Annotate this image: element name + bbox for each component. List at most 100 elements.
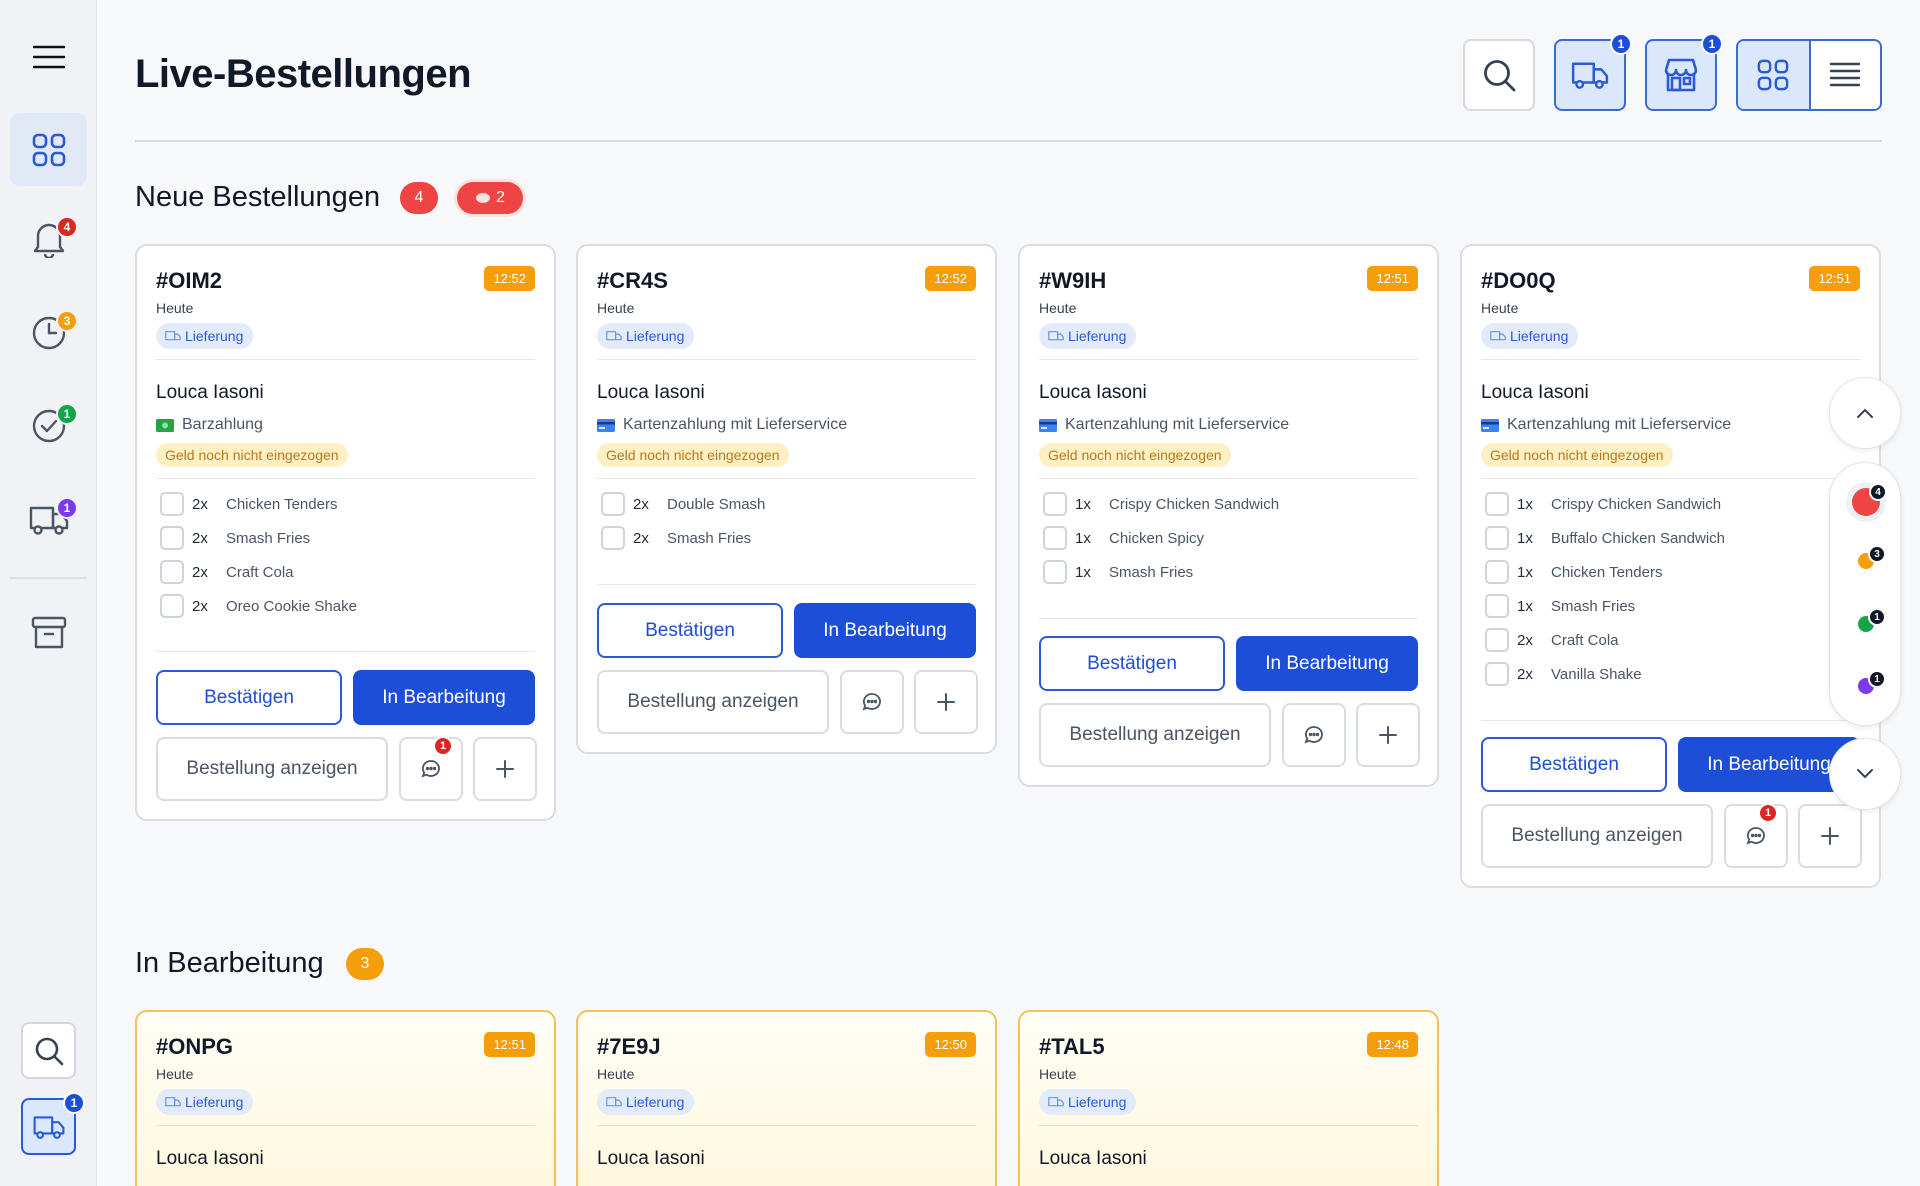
list-item[interactable]: 2x Smash Fries [601, 525, 751, 551]
sidebar-search-button[interactable] [21, 1022, 76, 1079]
view-order-button[interactable]: Bestellung anzeigen [597, 670, 829, 734]
item-name: Chicken Tenders [1551, 563, 1663, 581]
card-divider [156, 651, 535, 652]
item-checkbox[interactable] [160, 526, 184, 550]
item-qty: 1x [1075, 563, 1091, 581]
list-icon [1830, 62, 1861, 87]
add-button[interactable] [1798, 804, 1862, 868]
item-name: Chicken Spicy [1109, 529, 1205, 547]
item-checkbox[interactable] [1043, 526, 1067, 550]
payment-method-label: Kartenzahlung mit Lieferservice [1507, 416, 1732, 433]
list-item[interactable]: 2x Double Smash [601, 491, 765, 517]
order-card[interactable]: #OIM2 12:52 Heute Lieferung Louca Iasoni… [135, 244, 556, 821]
add-button[interactable] [914, 670, 978, 734]
list-item[interactable]: 2x Smash Fries [160, 525, 310, 551]
list-item[interactable]: 1x Smash Fries [1485, 593, 1635, 619]
chat-badge: 1 [433, 736, 453, 756]
order-type-tag: Lieferung [156, 323, 254, 349]
sidebar-delivery-filter[interactable]: 1 [21, 1092, 85, 1155]
card-divider [597, 584, 976, 585]
item-checkbox[interactable] [601, 526, 625, 550]
order-type-label: Lieferung [1068, 328, 1127, 344]
list-item[interactable]: 2x Craft Cola [1485, 627, 1619, 653]
grid-icon [32, 133, 65, 166]
card-divider [1481, 478, 1860, 479]
chat-button[interactable]: 1 [399, 736, 463, 801]
in-progress-button[interactable]: In Bearbeitung [1236, 636, 1418, 691]
list-item[interactable]: 2x Oreo Cookie Shake [160, 593, 357, 619]
sidebar-item-notifications[interactable]: 4 [10, 202, 87, 275]
item-checkbox[interactable] [1043, 560, 1067, 584]
list-item[interactable]: 2x Chicken Tenders [160, 491, 337, 517]
chat-button[interactable]: 1 [1724, 803, 1788, 868]
order-card[interactable]: #CR4S 12:52 Heute Lieferung Louca Iasoni… [576, 244, 997, 754]
item-checkbox[interactable] [1043, 492, 1067, 516]
view-order-button[interactable]: Bestellung anzeigen [1481, 804, 1713, 868]
delivery-filter-button[interactable]: 1 [1554, 33, 1632, 111]
item-checkbox[interactable] [160, 560, 184, 584]
order-card[interactable]: #TAL5 12:48 Heute Lieferung Louca Iasoni [1018, 1010, 1439, 1186]
order-id: #W9IH [1039, 268, 1107, 293]
order-card[interactable]: #W9IH 12:51 Heute Lieferung Louca Iasoni… [1018, 244, 1439, 787]
list-item[interactable]: 1x Smash Fries [1043, 559, 1193, 585]
order-card[interactable]: #DO0Q 12:51 Heute Lieferung Louca Iasoni… [1460, 244, 1881, 888]
item-qty: 1x [1517, 529, 1533, 547]
chat-button[interactable] [840, 670, 904, 734]
nav-completed-badge: 1 [1868, 608, 1886, 626]
scroll-down-button[interactable] [1829, 738, 1901, 810]
chat-button[interactable] [1282, 703, 1346, 767]
grid-view-button[interactable] [1738, 41, 1809, 109]
item-checkbox[interactable] [160, 594, 184, 618]
list-item[interactable]: 2x Vanilla Shake [1485, 661, 1642, 687]
confirm-button[interactable]: Bestätigen [1481, 737, 1667, 792]
item-checkbox[interactable] [1485, 560, 1509, 584]
menu-button[interactable] [10, 20, 87, 93]
item-checkbox[interactable] [601, 492, 625, 516]
list-item[interactable]: 2x Craft Cola [160, 559, 294, 585]
confirm-button[interactable]: Bestätigen [597, 603, 783, 658]
card-divider [597, 478, 976, 479]
processing-count: 3 [346, 948, 384, 980]
in-progress-button[interactable]: In Bearbeitung [794, 603, 976, 658]
item-qty: 2x [192, 495, 208, 513]
order-card[interactable]: #7E9J 12:50 Heute Lieferung Louca Iasoni [576, 1010, 997, 1186]
card-divider [597, 359, 976, 360]
sidebar-item-dashboard[interactable] [10, 113, 87, 186]
item-checkbox[interactable] [1485, 594, 1509, 618]
add-button[interactable] [473, 737, 537, 801]
payment-status-tag: Geld noch nicht eingezogen [597, 443, 789, 467]
sidebar-item-archive[interactable] [10, 596, 87, 669]
add-button[interactable] [1356, 703, 1420, 767]
order-time: 12:52 [925, 266, 976, 291]
truck-icon [165, 1096, 181, 1106]
item-checkbox[interactable] [1485, 662, 1509, 686]
scroll-up-button[interactable] [1829, 377, 1901, 449]
sidebar-item-delivery[interactable]: 1 [10, 483, 87, 556]
view-order-button[interactable]: Bestellung anzeigen [1039, 703, 1271, 767]
view-order-button[interactable]: Bestellung anzeigen [156, 737, 388, 801]
confirm-button[interactable]: Bestätigen [1039, 636, 1225, 691]
in-progress-button[interactable]: In Bearbeitung [353, 670, 535, 725]
list-item[interactable]: 1x Crispy Chicken Sandwich [1485, 491, 1721, 517]
list-view-button[interactable] [1808, 41, 1880, 109]
item-checkbox[interactable] [160, 492, 184, 516]
sidebar-item-history[interactable]: 3 [10, 296, 87, 369]
item-checkbox[interactable] [1485, 492, 1509, 516]
list-item[interactable]: 1x Chicken Spicy [1043, 525, 1204, 551]
order-card[interactable]: #ONPG 12:51 Heute Lieferung Louca Iasoni [135, 1010, 556, 1186]
item-checkbox[interactable] [1485, 628, 1509, 652]
order-type-tag: Lieferung [1481, 323, 1579, 349]
search-button[interactable] [1463, 39, 1535, 111]
payment-method: Kartenzahlung mit Lieferservice [597, 416, 847, 434]
confirm-button[interactable]: Bestätigen [156, 670, 342, 725]
sidebar-item-completed[interactable]: 1 [10, 389, 87, 462]
list-item[interactable]: 1x Chicken Tenders [1485, 559, 1662, 585]
payment-status-tag: Geld noch nicht eingezogen [156, 443, 348, 467]
list-item[interactable]: 1x Buffalo Chicken Sandwich [1485, 525, 1725, 551]
card-divider [1481, 359, 1860, 360]
list-item[interactable]: 1x Crispy Chicken Sandwich [1043, 491, 1279, 517]
nav-new-orders-badge: 4 [1869, 483, 1887, 501]
pickup-filter-button[interactable]: 1 [1645, 33, 1723, 111]
item-checkbox[interactable] [1485, 526, 1509, 550]
payment-method: Barzahlung [156, 416, 263, 434]
